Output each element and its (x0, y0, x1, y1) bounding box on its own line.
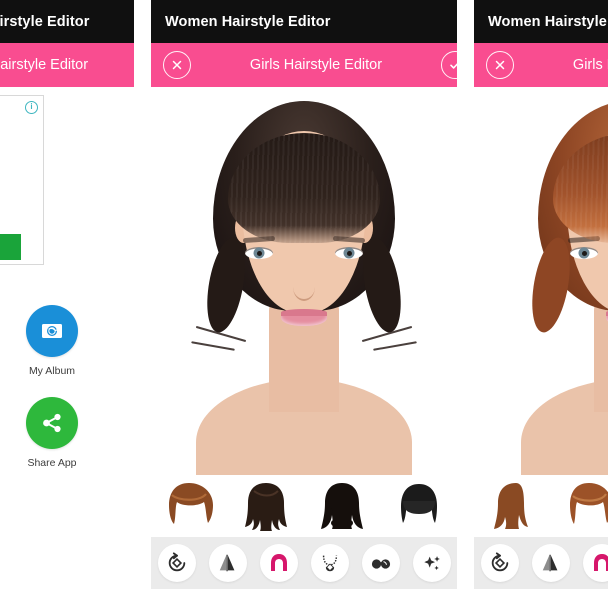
sunglasses-icon[interactable] (361, 544, 400, 582)
left-bar-title: Girls Hairstyle Editor (0, 57, 89, 73)
left-phone-screenshot: Women Hairstyle Editor Girls Hairstyle E… (0, 0, 134, 608)
ad-install-button[interactable]: УСТАНОВИТЬ (0, 234, 21, 260)
necklace-icon[interactable] (310, 544, 349, 582)
left-actionbar: Girls Hairstyle Editor (0, 43, 134, 87)
hairstyle-icon[interactable] (259, 544, 298, 582)
hair-thumbnail-1[interactable] (551, 475, 608, 537)
main-menu-grid: Hairstyles My Album (0, 305, 108, 489)
flip-icon[interactable] (531, 544, 570, 582)
model-eye-left (245, 247, 273, 259)
hair-thumbnail-1[interactable] (228, 475, 305, 537)
right-editor-canvas[interactable] (474, 87, 608, 489)
ad-banner[interactable]: i УСТАНОВИТЬ (0, 95, 44, 265)
middle-statusbar: Women Hairstyle Editor (151, 0, 457, 43)
auburn-bob-bangs-icon (563, 481, 608, 531)
middle-app-title: Women Hairstyle Editor (165, 13, 331, 30)
hairstyle-icon[interactable] (582, 544, 608, 582)
menu-item-my-album[interactable]: My Album (0, 305, 108, 397)
hair-thumbnail-2[interactable] (304, 475, 381, 537)
auburn-long-side-icon (486, 481, 538, 531)
album-icon (26, 305, 78, 357)
hair-thumbnail-3[interactable] (381, 475, 458, 537)
middle-phone-screenshot: Women Hairstyle Editor Girls Hairstyle E… (151, 0, 457, 608)
black-straight-fringe-icon (393, 481, 445, 531)
menu-label-share-app: Share App (27, 457, 77, 469)
right-app-title: Women Hairstyle Editor (488, 13, 608, 30)
close-circle-icon[interactable] (486, 51, 514, 79)
check-circle-icon[interactable] (441, 51, 457, 79)
model-portrait (189, 87, 419, 489)
dark-long-wavy-icon (240, 481, 292, 531)
hair-wisp (373, 341, 417, 351)
right-bar-title: Girls Hairstyle Editor (572, 57, 608, 73)
hair-wisp (191, 341, 235, 351)
editor-toolbar[interactable] (151, 537, 457, 589)
flip-icon[interactable] (208, 544, 247, 582)
screenshot-collage: Women Hairstyle Editor Girls Hairstyle E… (0, 0, 608, 608)
model-eye-left (570, 247, 598, 259)
model-eye-right (335, 247, 363, 259)
share-icon (26, 397, 78, 449)
middle-actionbar: Girls Hairstyle Editor (151, 43, 457, 87)
middle-bar-title: Girls Hairstyle Editor (249, 57, 383, 73)
hairstyle-thumbnail-strip[interactable] (151, 475, 457, 537)
left-app-title: Women Hairstyle Editor (0, 13, 90, 30)
right-statusbar: Women Hairstyle Editor (474, 0, 608, 43)
menu-item-share-app[interactable]: Share App (0, 397, 108, 489)
ad-info-icon[interactable]: i (25, 101, 38, 114)
panel-gap-left (134, 0, 151, 608)
panel-gap-right (457, 0, 474, 608)
bottom-promo-row: тиции Установить (0, 542, 52, 570)
right-editor-toolbar[interactable] (474, 537, 608, 589)
right-actionbar: Girls Hairstyle Editor (474, 43, 608, 87)
hair-thumbnail-0[interactable] (474, 475, 551, 537)
sparkle-icon[interactable] (412, 544, 451, 582)
menu-label-my-album: My Album (28, 365, 76, 377)
left-statusbar: Women Hairstyle Editor (0, 0, 134, 43)
auburn-bob-bangs-icon (163, 481, 215, 531)
model-nose (293, 273, 315, 301)
editor-canvas[interactable] (151, 87, 457, 489)
right-model-portrait (514, 87, 608, 489)
right-hairstyle-thumbnail-strip[interactable] (474, 475, 608, 537)
close-circle-icon[interactable] (163, 51, 191, 79)
rotate-icon[interactable] (480, 544, 519, 582)
model-lips (281, 309, 327, 326)
black-curly-long-icon (316, 481, 368, 531)
model-hair-strand-right (356, 234, 408, 336)
right-phone-screenshot: Women Hairstyle Editor Girls Hairstyle E… (474, 0, 608, 608)
rotate-icon[interactable] (157, 544, 196, 582)
hair-thumbnail-0[interactable] (151, 475, 228, 537)
